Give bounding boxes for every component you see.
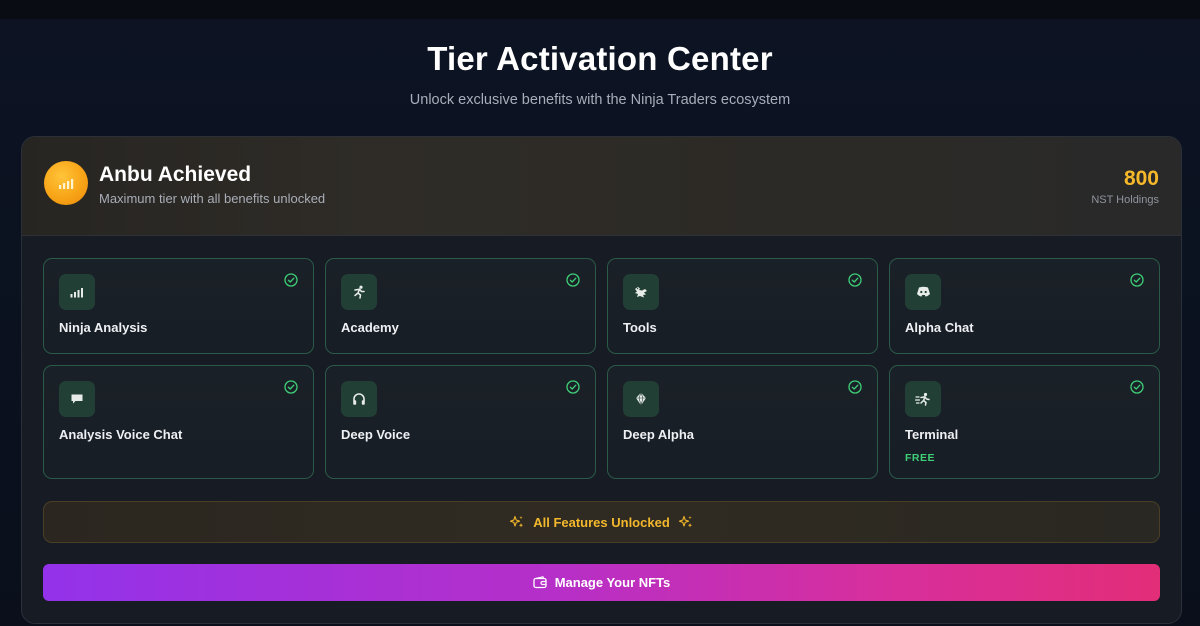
feature-card-ninja-analysis[interactable]: Ninja Analysis — [43, 258, 314, 354]
manage-nfts-label: Manage Your NFTs — [554, 575, 671, 590]
bar-chart-icon — [59, 274, 95, 310]
feature-card-deep-voice[interactable]: Deep Voice — [325, 365, 596, 479]
feature-card-deep-alpha[interactable]: Deep Alpha — [607, 365, 878, 479]
dash-icon — [905, 381, 941, 417]
feature-card-terminal[interactable]: Terminal FREE — [889, 365, 1160, 479]
check-circle-icon — [566, 380, 580, 394]
feature-label: Ninja Analysis — [59, 320, 148, 335]
feature-card-alpha-chat[interactable]: Alpha Chat — [889, 258, 1160, 354]
feature-grid-row-2: Analysis Voice Chat Deep Voice Deep Alph… — [43, 365, 1160, 479]
holdings-label: NST Holdings — [1091, 194, 1159, 206]
nst-holdings: 800 NST Holdings — [1091, 167, 1159, 206]
page-header: Tier Activation Center Unlock exclusive … — [0, 40, 1200, 108]
chat-bubble-icon — [59, 381, 95, 417]
gem-icon — [623, 381, 659, 417]
free-badge: FREE — [905, 452, 936, 464]
check-circle-icon — [848, 380, 862, 394]
feature-label: Terminal — [905, 427, 959, 442]
discord-icon — [905, 274, 941, 310]
feature-label: Deep Alpha — [623, 427, 695, 442]
headphones-icon — [341, 381, 377, 417]
feature-grid-row-1: Ninja Analysis Academy Tools Alpha Chat — [43, 258, 1160, 354]
check-circle-icon — [1130, 380, 1144, 394]
feature-card-analysis-voice-chat[interactable]: Analysis Voice Chat — [43, 365, 314, 479]
sparkles-icon — [510, 515, 524, 529]
feature-label: Deep Voice — [341, 427, 411, 442]
unlocked-banner-text: All Features Unlocked — [533, 514, 670, 530]
tier-description: Maximum tier with all benefits unlocked — [99, 191, 326, 206]
tier-name: Anbu Achieved — [99, 163, 252, 186]
tier-summary: Anbu Achieved Maximum tier with all bene… — [22, 137, 1181, 236]
runner-icon — [341, 274, 377, 310]
sparkles-icon — [678, 515, 693, 529]
feature-label: Alpha Chat — [905, 320, 974, 335]
dragon-icon — [623, 274, 659, 310]
browser-top-bar — [0, 0, 1200, 19]
tier-badge — [44, 161, 88, 205]
wallet-icon — [533, 576, 547, 589]
check-circle-icon — [1130, 273, 1144, 287]
holdings-value: 800 — [1123, 167, 1159, 190]
page-subtitle: Unlock exclusive benefits with the Ninja… — [409, 92, 791, 108]
feature-card-tools[interactable]: Tools — [607, 258, 878, 354]
all-features-unlocked-banner: All Features Unlocked — [43, 501, 1160, 543]
feature-card-academy[interactable]: Academy — [325, 258, 596, 354]
page-title: Tier Activation Center — [427, 40, 773, 77]
check-circle-icon — [284, 380, 298, 394]
manage-nfts-button[interactable]: Manage Your NFTs — [43, 564, 1160, 601]
feature-label: Academy — [341, 320, 399, 335]
feature-label: Analysis Voice Chat — [59, 427, 183, 442]
tier-panel: Anbu Achieved Maximum tier with all bene… — [21, 136, 1182, 624]
bar-chart-icon — [58, 176, 74, 190]
check-circle-icon — [848, 273, 862, 287]
feature-label: Tools — [623, 320, 657, 335]
check-circle-icon — [284, 273, 298, 287]
check-circle-icon — [566, 273, 580, 287]
